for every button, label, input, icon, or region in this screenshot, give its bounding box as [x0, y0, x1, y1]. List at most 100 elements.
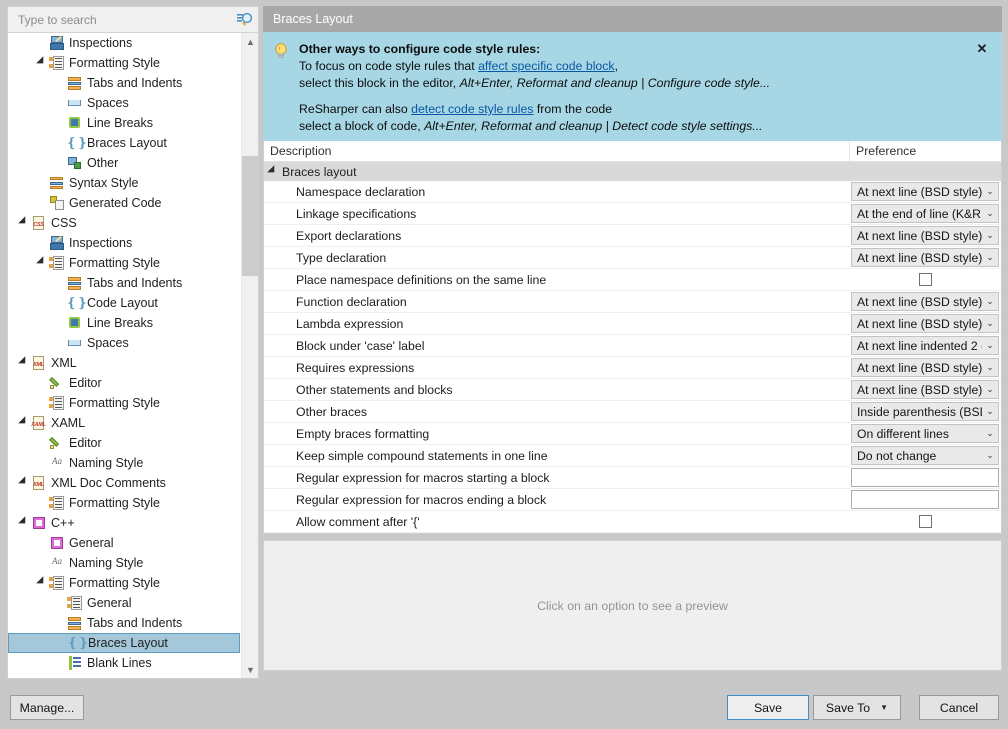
preference-dropdown[interactable]: At next line indented 2 (GNU)⌄ — [851, 336, 999, 355]
preference-dropdown[interactable]: At the end of line (K&R style)⌄ — [851, 204, 999, 223]
preference-dropdown[interactable]: At next line (BSD style) ⌄ — [851, 314, 999, 333]
chevron-down-icon[interactable]: ⌄ — [982, 340, 998, 351]
sidebar-item-xml-doc-comments[interactable]: XML XML Doc Comments — [8, 473, 240, 493]
expand-toggle-icon[interactable] — [34, 578, 48, 588]
settings-tree[interactable]: Inspections Formatting Style Tabs and Inde… — [8, 33, 258, 678]
column-header-preference[interactable]: Preference — [850, 141, 1001, 161]
detect-code-style-rules-link[interactable]: detect code style rules — [411, 102, 533, 116]
sidebar-item-xml[interactable]: XML XML — [8, 353, 240, 373]
sidebar-item-braces-layout[interactable]: ❴❵ Braces Layout — [8, 133, 240, 153]
expand-toggle-icon[interactable] — [16, 518, 30, 528]
sidebar-item-naming-style[interactable]: Aa Naming Style — [8, 453, 240, 473]
search-input[interactable] — [16, 11, 236, 28]
sidebar-item-formatting-style[interactable]: Formatting Style — [8, 393, 240, 413]
sidebar-item-syntax-style[interactable]: Syntax Style — [8, 173, 240, 193]
chevron-down-icon[interactable]: ⌄ — [982, 318, 998, 329]
chevron-down-icon[interactable]: ⌄ — [982, 450, 998, 461]
chevron-down-icon[interactable]: ⌄ — [982, 252, 998, 263]
sidebar-item-general[interactable]: General — [8, 593, 240, 613]
table-row[interactable]: Keep simple compound statements in one l… — [264, 445, 1001, 467]
chevron-down-icon[interactable]: ⌄ — [982, 208, 998, 219]
sidebar-item-tabs-and-indents[interactable]: Tabs and Indents — [8, 273, 240, 293]
sidebar-item-braces-layout[interactable]: ❴❵ Braces Layout — [8, 633, 240, 653]
preference-dropdown[interactable]: Inside parenthesis (BSD/Whitesmiths)⌄ — [851, 402, 999, 421]
sidebar-item-blank-lines[interactable]: Blank Lines — [8, 653, 240, 673]
sidebar-item-other[interactable]: Other — [8, 153, 240, 173]
preference-text-input[interactable] — [851, 468, 999, 487]
sidebar-item-editor[interactable]: Editor — [8, 433, 240, 453]
table-row[interactable]: Type declaration At next line (BSD style)… — [264, 247, 1001, 269]
sidebar-item-tabs-and-indents[interactable]: Tabs and Indents — [8, 613, 240, 633]
cancel-button[interactable]: Cancel — [919, 695, 999, 720]
sidebar-item-formatting-style[interactable]: Formatting Style — [8, 493, 240, 513]
preference-dropdown[interactable]: At next line (BSD style) ⌄ — [851, 226, 999, 245]
sidebar-item-line-breaks[interactable]: Line Breaks — [8, 313, 240, 333]
sidebar-item-editor[interactable]: Editor — [8, 373, 240, 393]
column-header-description[interactable]: Description — [264, 141, 850, 161]
preference-checkbox[interactable] — [919, 515, 932, 528]
sidebar-item-formatting-style[interactable]: Formatting Style — [8, 53, 240, 73]
tree-scrollbar[interactable]: ▲ ▼ — [241, 33, 258, 678]
table-row[interactable]: Requires expressions At next line (BSD st… — [264, 357, 1001, 379]
sidebar-item-xaml[interactable]: XAML XAML — [8, 413, 240, 433]
sidebar-item-code-layout[interactable]: ❴❵ Code Layout — [8, 293, 240, 313]
scroll-up-icon[interactable]: ▲ — [242, 33, 258, 50]
expand-toggle-icon[interactable] — [16, 358, 30, 368]
chevron-down-icon[interactable]: ⌄ — [982, 362, 998, 373]
sidebar-item-general[interactable]: General — [8, 533, 240, 553]
scrollbar-thumb[interactable] — [242, 156, 258, 276]
table-row[interactable]: Regular expression for macros ending a b… — [264, 489, 1001, 511]
chevron-down-icon[interactable]: ⌄ — [982, 296, 998, 307]
preference-dropdown[interactable]: Do not change ⌄ — [851, 446, 999, 465]
preference-dropdown[interactable]: On different lines ⌄ — [851, 424, 999, 443]
save-button[interactable]: Save — [727, 695, 809, 720]
sidebar-item-generated-code[interactable]: Generated Code — [8, 193, 240, 213]
preference-dropdown[interactable]: At next line (BSD style) ⌄ — [851, 380, 999, 399]
table-row[interactable]: Block under 'case' label At next line ind… — [264, 335, 1001, 357]
table-row[interactable]: Linkage specifications At the end of line… — [264, 203, 1001, 225]
expand-toggle-icon[interactable] — [16, 478, 30, 488]
preference-dropdown[interactable]: At next line (BSD style) ⌄ — [851, 182, 999, 201]
chevron-down-icon[interactable]: ⌄ — [982, 406, 998, 417]
chevron-down-icon[interactable]: ⌄ — [982, 230, 998, 241]
preference-dropdown[interactable]: At next line (BSD style) ⌄ — [851, 292, 999, 311]
sidebar-item-naming-style[interactable]: Aa Naming Style — [8, 553, 240, 573]
sidebar-item-c[interactable]: C++ — [8, 513, 240, 533]
sidebar-item-tabs-and-indents[interactable]: Tabs and Indents — [8, 73, 240, 93]
table-row[interactable]: Regular expression for macros starting a… — [264, 467, 1001, 489]
sidebar-item-formatting-style[interactable]: Formatting Style — [8, 253, 240, 273]
chevron-down-icon[interactable] — [270, 167, 282, 177]
table-row[interactable]: Export declarations At next line (BSD sty… — [264, 225, 1001, 247]
preference-dropdown[interactable]: At next line (BSD style) ⌄ — [851, 358, 999, 377]
chevron-down-icon[interactable]: ⌄ — [982, 186, 998, 197]
group-row-braces-layout[interactable]: Braces layout — [264, 162, 1001, 181]
expand-toggle-icon[interactable] — [16, 418, 30, 428]
sidebar-item-inspections[interactable]: Inspections — [8, 33, 240, 53]
sidebar-item-css[interactable]: CSS CSS — [8, 213, 240, 233]
expand-toggle-icon[interactable] — [16, 218, 30, 228]
affect-specific-code-block-link[interactable]: affect specific code block — [478, 59, 614, 73]
preference-text-input[interactable] — [851, 490, 999, 509]
preference-checkbox[interactable] — [919, 273, 932, 286]
table-row[interactable]: Namespace declaration At next line (BSD s… — [264, 181, 1001, 203]
sidebar-item-inspections[interactable]: Inspections — [8, 233, 240, 253]
sidebar-item-line-breaks[interactable]: Line Breaks — [8, 113, 240, 133]
preference-dropdown[interactable]: At next line (BSD style) ⌄ — [851, 248, 999, 267]
search-icon[interactable] — [236, 11, 254, 29]
table-row[interactable]: Other braces Inside parenthesis (BSD/Whit… — [264, 401, 1001, 423]
table-row[interactable]: Place namespace definitions on the same … — [264, 269, 1001, 291]
table-row[interactable]: Function declaration At next line (BSD st… — [264, 291, 1001, 313]
sidebar-item-spaces[interactable]: Spaces — [8, 333, 240, 353]
table-row[interactable]: Empty braces formatting On different line… — [264, 423, 1001, 445]
save-to-button[interactable]: Save To ▼ — [813, 695, 901, 720]
expand-toggle-icon[interactable] — [34, 258, 48, 268]
manage-button[interactable]: Manage... — [10, 695, 84, 720]
chevron-down-icon[interactable]: ▼ — [880, 703, 888, 712]
scroll-down-icon[interactable]: ▼ — [242, 661, 258, 678]
chevron-down-icon[interactable]: ⌄ — [982, 384, 998, 395]
close-icon[interactable]: ✕ — [974, 41, 990, 57]
sidebar-item-formatting-style[interactable]: Formatting Style — [8, 573, 240, 593]
table-row[interactable]: Lambda expression At next line (BSD style… — [264, 313, 1001, 335]
chevron-down-icon[interactable]: ⌄ — [982, 428, 998, 439]
table-row[interactable]: Other statements and blocks At next line … — [264, 379, 1001, 401]
